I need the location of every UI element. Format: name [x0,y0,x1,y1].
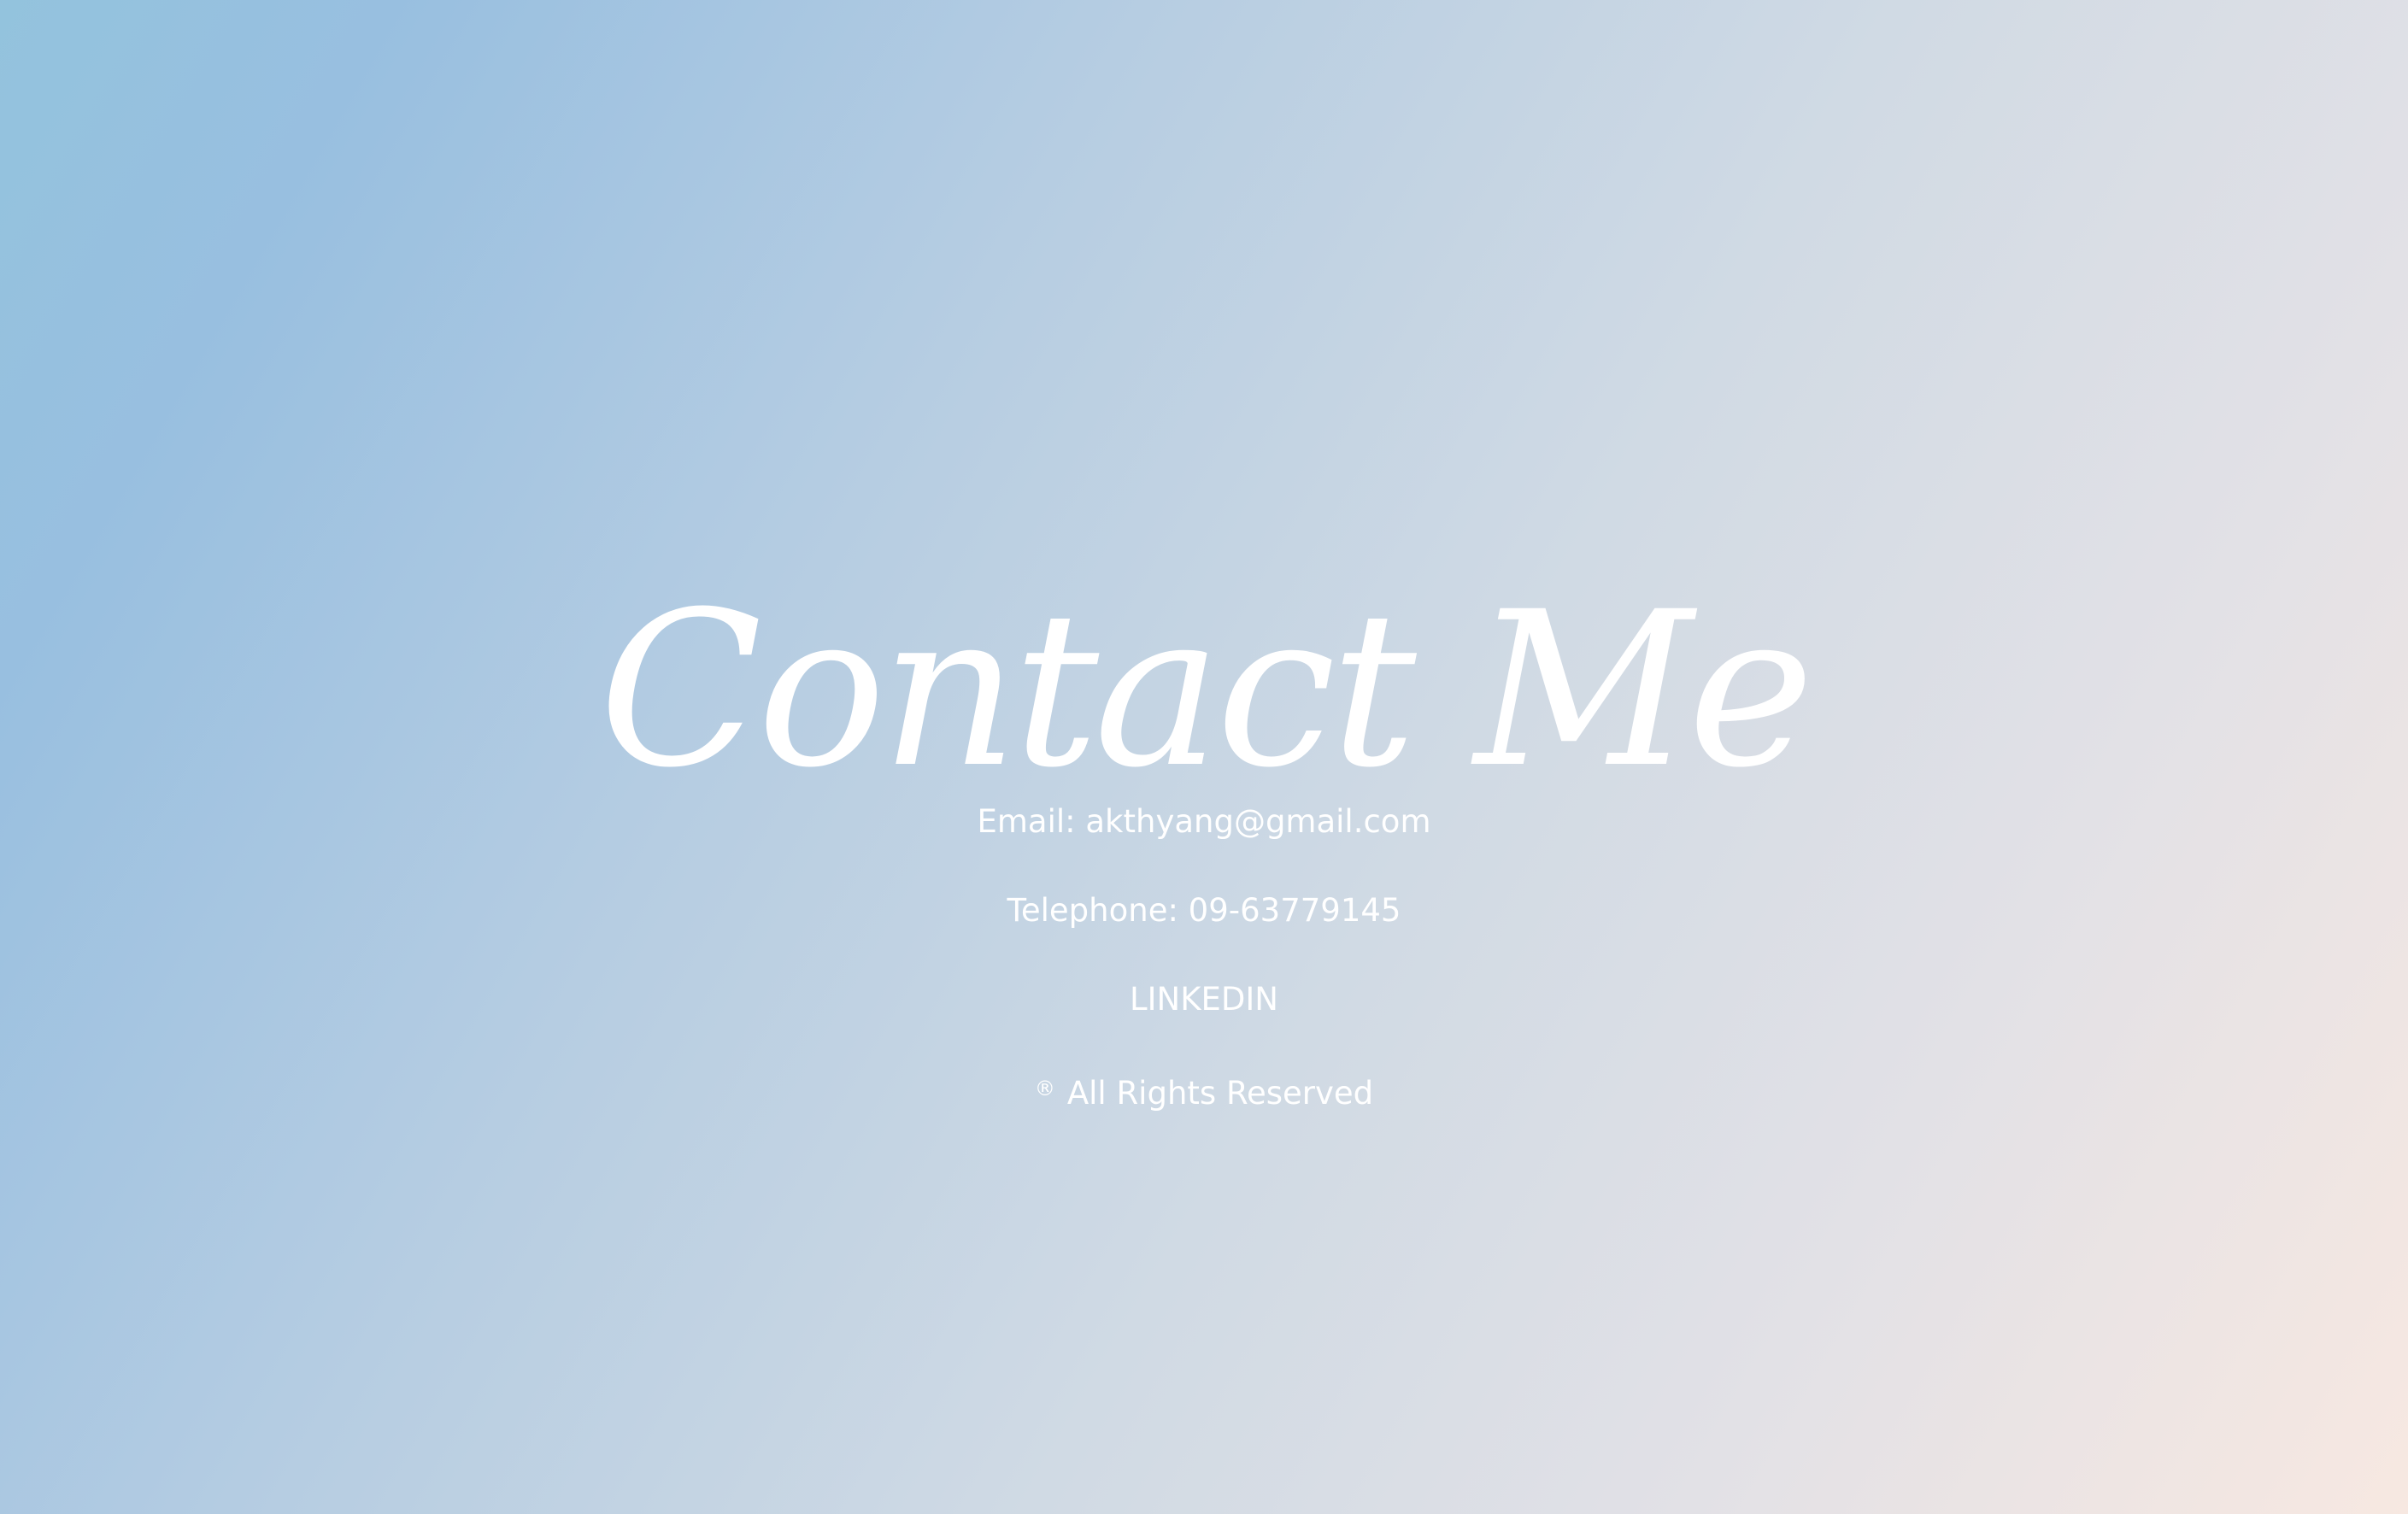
telephone-text: Telephone: 09-63779145 [1007,892,1401,929]
linkedin-row: LINKEDIN [0,974,2408,1063]
rights-text: All Rights Reserved [1066,1075,1374,1112]
registered-icon: ® [1034,1077,1055,1100]
page-title: Contact Me [598,565,1814,814]
contact-page: Contact Me Email: akthyang@gmail.com Tel… [0,0,2408,1514]
linkedin-link[interactable]: LINKEDIN [1130,981,1278,1018]
copyright-line: ® All Rights Reserved [0,1063,2408,1152]
contact-info: Email: akthyang@gmail.com Telephone: 09-… [0,796,2408,1152]
email-text: Email: akthyang@gmail.com [977,803,1431,840]
